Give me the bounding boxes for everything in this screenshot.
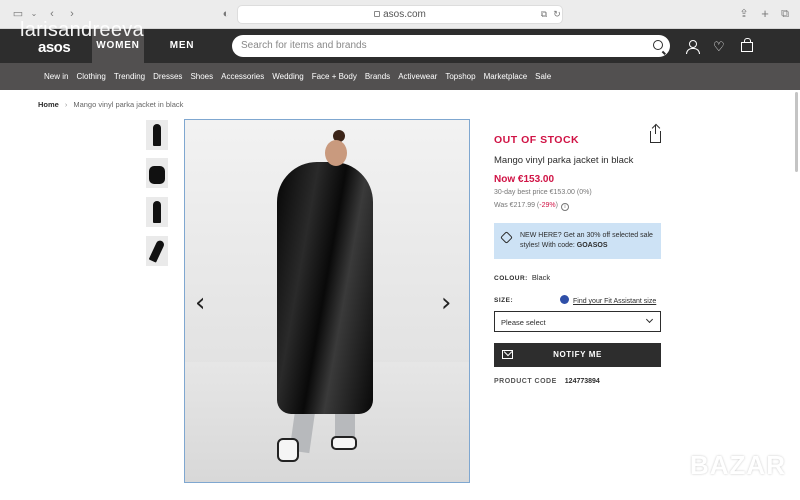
url-label: asos.com: [383, 9, 426, 20]
nav-item-dresses[interactable]: Dresses: [149, 63, 186, 90]
product-code: PRODUCT CODE 124773894: [494, 378, 600, 385]
discount-percent: -29%: [539, 202, 556, 209]
thumbnail-figure: [148, 239, 166, 263]
thumbnail-2[interactable]: [146, 158, 168, 188]
heart-icon[interactable]: ♡: [713, 40, 726, 53]
share-product-icon[interactable]: [650, 125, 661, 143]
nav-item-sale[interactable]: Sale: [531, 63, 555, 90]
search-icon[interactable]: [653, 40, 663, 50]
tag-icon: [500, 231, 513, 244]
url-text: asos.com: [238, 9, 562, 20]
promo-code: GOASOS: [576, 242, 608, 249]
watermark-top: larisandreeva: [20, 19, 144, 41]
nav-item-brands[interactable]: Brands: [361, 63, 394, 90]
promo-banner: NEW HERE? Get an 30% off selected sale s…: [494, 223, 661, 259]
breadcrumb-current: Mango vinyl parka jacket in black: [73, 100, 184, 109]
thumbnail-figure: [153, 201, 161, 223]
plus-icon[interactable]: +: [757, 7, 773, 21]
nav-item-face-body[interactable]: Face + Body: [308, 63, 361, 90]
was-price-text: Was €217.99 (: [494, 202, 540, 209]
image-head: [325, 140, 347, 166]
info-icon[interactable]: i: [560, 203, 569, 211]
nav-item-marketplace[interactable]: Marketplace: [480, 63, 532, 90]
image-shoe: [277, 438, 299, 462]
lock-icon: [374, 11, 381, 17]
nav-item-activewear[interactable]: Activewear: [394, 63, 441, 90]
best-price: 30-day best price €153.00 (0%): [494, 189, 592, 196]
watermark-bazar: BAZAR: [690, 450, 786, 480]
was-price-close: ): [555, 202, 558, 209]
size-select-value: Please select: [501, 318, 546, 327]
size-label: SIZE:: [494, 297, 514, 304]
address-bar[interactable]: asos.com: [237, 5, 563, 24]
product-title: Mango vinyl parka jacket in black: [494, 155, 634, 166]
nav-item-clothing[interactable]: Clothing: [72, 63, 109, 90]
user-icon[interactable]: [686, 40, 700, 54]
notify-me-label: NOTIFY ME: [553, 350, 602, 359]
was-price: Was €217.99 (-29%) i: [494, 202, 569, 211]
reload-icon[interactable]: ↻: [549, 7, 565, 21]
nav-item-shoes[interactable]: Shoes: [186, 63, 217, 90]
image-shoe: [331, 436, 357, 450]
chevron-right-icon[interactable]: ›: [441, 290, 459, 316]
thumbnail-3[interactable]: [146, 197, 168, 227]
chevron-down-icon: [645, 315, 654, 324]
page-scrollbar[interactable]: [795, 92, 798, 172]
nav-item-topshop[interactable]: Topshop: [441, 63, 479, 90]
product-code-label: PRODUCT CODE: [494, 378, 557, 385]
category-nav: New in Clothing Trending Dresses Shoes A…: [0, 63, 800, 90]
price-now: Now €153.00: [494, 174, 555, 185]
share-icon[interactable]: ⇪: [736, 7, 752, 21]
search-input[interactable]: Search for items and brands: [232, 35, 670, 57]
thumbnail-figure: [149, 166, 165, 184]
size-select[interactable]: Please select: [494, 311, 661, 332]
nav-item-wedding[interactable]: Wedding: [268, 63, 307, 90]
fit-assistant-label: Find your Fit Assistant size: [573, 298, 657, 305]
shield-icon[interactable]: ◐: [218, 7, 234, 21]
product-code-value: 124773894: [564, 378, 600, 385]
fit-assistant-link[interactable]: Find your Fit Assistant size: [560, 295, 656, 305]
thumbnail-4[interactable]: [146, 236, 168, 266]
fit-assistant-icon: [560, 295, 569, 304]
men-tab[interactable]: MEN: [160, 29, 204, 63]
tabs-icon[interactable]: ⧉: [777, 7, 793, 21]
colour-label: COLOUR:: [494, 275, 528, 282]
thumbnail-1[interactable]: [146, 120, 168, 150]
promo-text: NEW HERE? Get an 30% off selected sale s…: [520, 231, 656, 251]
nav-item-new-in[interactable]: New in: [40, 63, 72, 90]
product-image[interactable]: ‹ ›: [184, 119, 470, 483]
colour-value: Black: [531, 273, 551, 282]
nav-item-accessories[interactable]: Accessories: [217, 63, 268, 90]
image-coat: [277, 162, 373, 414]
bag-icon[interactable]: [741, 38, 753, 52]
thumbnail-figure: [153, 124, 161, 146]
search-placeholder: Search for items and brands: [241, 40, 367, 51]
chevron-left-icon[interactable]: ‹: [195, 290, 213, 316]
colour-info: COLOUR: Black: [494, 273, 550, 282]
notify-me-button[interactable]: NOTIFY ME: [494, 343, 661, 367]
stock-status: OUT OF STOCK: [494, 134, 580, 146]
breadcrumb-separator: ›: [64, 100, 68, 109]
breadcrumb: Home › Mango vinyl parka jacket in black: [38, 100, 183, 109]
breadcrumb-home[interactable]: Home: [38, 100, 59, 109]
nav-item-trending[interactable]: Trending: [110, 63, 149, 90]
